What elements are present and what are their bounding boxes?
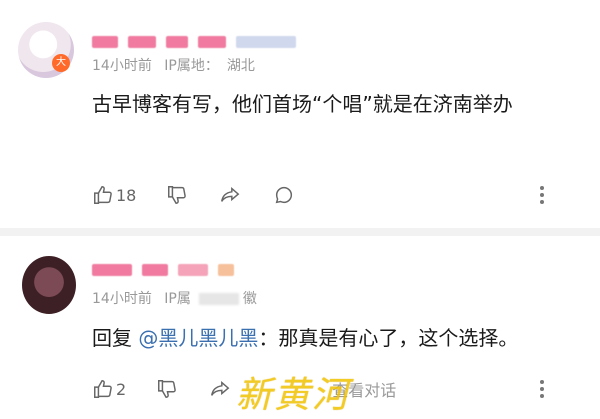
comment-meta: 14小时前 IP属 徽 (92, 288, 265, 308)
comment-time: 14小时前 (92, 58, 152, 74)
like-button[interactable]: 2 (92, 378, 126, 400)
reply-body: ：那真是有心了，这个选择。 (258, 326, 519, 350)
comment-separator (0, 228, 600, 236)
ip-location: 湖北 (226, 58, 255, 74)
like-count: 2 (116, 379, 127, 399)
more-icon (538, 184, 546, 206)
ip-label: IP属 (164, 291, 191, 307)
like-button[interactable]: 18 (92, 184, 136, 206)
share-button[interactable] (208, 378, 232, 400)
reply-prefix: 回复 (92, 326, 132, 350)
like-count: 18 (116, 185, 137, 205)
username-blurred[interactable] (92, 264, 234, 278)
ip-label: IP属地： (164, 58, 219, 74)
mention-link[interactable]: @黑儿黑儿黑 (138, 326, 258, 350)
comment-text: 回复 @黑儿黑儿黑：那真是有心了，这个选择。 (92, 318, 592, 358)
dislike-button[interactable] (166, 184, 188, 206)
avatar[interactable] (22, 256, 76, 314)
share-button[interactable] (218, 184, 242, 206)
comment-actions: 18 (92, 180, 576, 210)
more-icon (538, 378, 546, 400)
thumbs-up-icon (92, 378, 114, 400)
thumbs-up-icon (92, 184, 114, 206)
username-blurred[interactable] (92, 36, 296, 50)
watermark-logo: 新黄河 (236, 375, 351, 416)
user-level-badge: 大 (52, 54, 70, 72)
more-button[interactable] (538, 378, 546, 400)
comment-text: 古早博客有写，他们首场“个唱”就是在济南举办 (92, 92, 513, 116)
ip-location-blurred (198, 293, 239, 305)
reply-button[interactable] (272, 184, 296, 206)
thumbs-down-icon (166, 184, 188, 206)
comment-meta: 14小时前 IP属地： 湖北 (92, 55, 263, 75)
dislike-button[interactable] (156, 378, 178, 400)
comment-icon (272, 184, 296, 206)
share-icon (208, 378, 232, 400)
comment-time: 14小时前 (92, 291, 152, 307)
share-icon (218, 184, 242, 206)
thumbs-down-icon (156, 378, 178, 400)
ip-location: 徽 (242, 291, 257, 307)
comment-item: 大 14小时前 IP属地： 湖北 古早博客有写，他们首场“个唱”就是在济南举办 1… (0, 0, 600, 228)
more-button[interactable] (538, 184, 546, 206)
